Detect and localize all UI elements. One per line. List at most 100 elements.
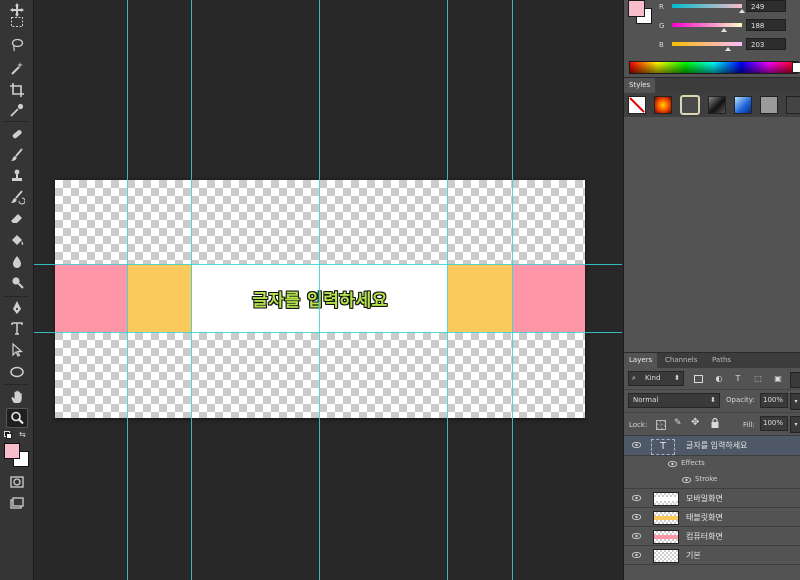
filter-kind-label: Kind bbox=[645, 374, 661, 382]
visibility-eye-icon[interactable] bbox=[632, 495, 641, 501]
layer-thumbnail[interactable] bbox=[653, 492, 679, 506]
layer-name[interactable]: 글자를 입력하세요 bbox=[686, 440, 747, 451]
lasso-tool-icon[interactable] bbox=[6, 35, 28, 55]
green-slider-thumb[interactable] bbox=[721, 28, 727, 32]
eraser-tool-icon[interactable] bbox=[6, 208, 28, 228]
eyedropper-tool-icon[interactable] bbox=[6, 100, 28, 120]
tab-channels[interactable]: Channels bbox=[660, 353, 702, 368]
visibility-eye-icon[interactable] bbox=[632, 442, 641, 448]
lock-transparent-pixels-icon[interactable] bbox=[656, 420, 666, 430]
default-colors-icon[interactable] bbox=[4, 431, 12, 439]
guide-vertical[interactable] bbox=[447, 0, 448, 580]
filter-pixel-layers-icon[interactable] bbox=[694, 375, 703, 383]
fill-field[interactable]: 100% bbox=[760, 416, 788, 431]
visibility-eye-icon[interactable] bbox=[632, 514, 641, 520]
tab-paths[interactable]: Paths bbox=[707, 353, 736, 368]
layer-name[interactable]: 컴퓨터화면 bbox=[686, 531, 723, 542]
blue-channel-slider[interactable] bbox=[672, 42, 742, 46]
history-brush-tool-icon[interactable] bbox=[6, 187, 28, 207]
path-selection-tool-icon[interactable] bbox=[6, 340, 28, 360]
white-swatch[interactable] bbox=[792, 62, 800, 73]
red-value-field[interactable]: 249 bbox=[746, 0, 786, 12]
color-panel: R 249 G 188 B 203 bbox=[624, 0, 800, 77]
layer-name[interactable]: 기본 bbox=[686, 550, 701, 561]
crop-tool-icon[interactable] bbox=[6, 80, 28, 100]
blue-value-field[interactable]: 203 bbox=[746, 38, 786, 50]
screen-mode-icon[interactable] bbox=[6, 494, 28, 514]
guide-horizontal[interactable] bbox=[34, 264, 622, 265]
guide-vertical[interactable] bbox=[512, 0, 513, 580]
tab-layers[interactable]: Layers bbox=[624, 353, 658, 368]
ellipse-tool-icon[interactable] bbox=[6, 362, 28, 382]
layer-thumbnail[interactable] bbox=[653, 511, 679, 525]
lock-position-icon[interactable]: ✥ bbox=[691, 417, 699, 428]
tab-styles[interactable]: Styles bbox=[624, 78, 656, 93]
guide-vertical[interactable] bbox=[191, 0, 192, 580]
paint-bucket-tool-icon[interactable] bbox=[6, 230, 28, 250]
filter-type-layers-icon[interactable]: T bbox=[733, 374, 743, 384]
zoom-tool-icon[interactable] bbox=[6, 408, 28, 428]
type-layer-thumbnail-icon[interactable]: T bbox=[651, 439, 675, 455]
visibility-eye-icon[interactable] bbox=[632, 533, 641, 539]
quick-mask-icon[interactable] bbox=[6, 472, 28, 492]
blur-tool-icon[interactable] bbox=[6, 252, 28, 272]
type-tool-icon[interactable] bbox=[6, 318, 28, 338]
pen-tool-icon[interactable] bbox=[6, 298, 28, 318]
red-channel-slider[interactable] bbox=[672, 4, 742, 8]
effects-visibility-eye-icon[interactable] bbox=[668, 461, 677, 467]
guide-horizontal[interactable] bbox=[34, 332, 622, 333]
clone-stamp-tool-icon[interactable] bbox=[6, 166, 28, 186]
document-workspace[interactable]: 글자를 입력하세요 bbox=[34, 0, 622, 580]
style-blue-glass[interactable] bbox=[734, 96, 752, 114]
style-gray-flat[interactable] bbox=[760, 96, 778, 114]
layer-name[interactable]: 모바일화면 bbox=[686, 493, 723, 504]
marquee-tool-icon[interactable] bbox=[6, 12, 28, 32]
brush-tool-icon[interactable] bbox=[6, 145, 28, 165]
filter-smart-objects-icon[interactable]: ▣ bbox=[773, 374, 783, 384]
green-channel-slider[interactable] bbox=[672, 23, 742, 27]
layer-filter-kind-select[interactable]: ⌕ Kind ⬍ bbox=[628, 371, 684, 386]
lock-all-icon[interactable] bbox=[709, 417, 721, 429]
dodge-tool-icon[interactable] bbox=[6, 273, 28, 293]
document-canvas[interactable]: 글자를 입력하세요 bbox=[55, 180, 585, 418]
filter-shape-layers-icon[interactable]: ⬚ bbox=[753, 374, 763, 384]
guide-vertical[interactable] bbox=[127, 0, 128, 580]
chevron-down-icon: ⬍ bbox=[710, 396, 716, 404]
style-dark-chrome[interactable] bbox=[708, 96, 726, 114]
opacity-dropdown-arrow[interactable]: ▾ bbox=[790, 393, 800, 410]
hand-tool-icon[interactable] bbox=[6, 387, 28, 407]
layer-effect-stroke-row[interactable]: Stroke bbox=[624, 472, 800, 488]
layer-row[interactable]: 태블릿화면 bbox=[624, 508, 800, 527]
blue-slider-thumb[interactable] bbox=[725, 47, 731, 51]
filter-toggle-switch[interactable] bbox=[790, 372, 800, 388]
spot-healing-tool-icon[interactable] bbox=[6, 124, 28, 144]
swap-colors-icon[interactable]: ⇆ bbox=[19, 430, 26, 439]
filter-adjustment-layers-icon[interactable]: ◐ bbox=[714, 374, 724, 384]
layer-row-text[interactable]: T 글자를 입력하세요 bbox=[624, 436, 800, 456]
layer-row[interactable]: 기본 bbox=[624, 546, 800, 565]
layer-thumbnail[interactable] bbox=[653, 530, 679, 544]
foreground-color-swatch[interactable] bbox=[4, 443, 20, 459]
layer-thumbnail[interactable] bbox=[653, 549, 679, 563]
blend-mode-select[interactable]: Normal ⬍ bbox=[628, 393, 720, 408]
stroke-visibility-eye-icon[interactable] bbox=[682, 477, 691, 483]
layer-name[interactable]: 태블릿화면 bbox=[686, 512, 723, 523]
guide-vertical[interactable] bbox=[319, 0, 320, 580]
opacity-field[interactable]: 100% bbox=[760, 393, 788, 408]
lock-image-pixels-icon[interactable]: ✎ bbox=[674, 418, 682, 428]
visibility-eye-icon[interactable] bbox=[632, 552, 641, 558]
style-red-glow[interactable] bbox=[654, 96, 672, 114]
style-cream-bevel[interactable] bbox=[680, 95, 700, 115]
blue-channel-label: B bbox=[659, 41, 664, 49]
style-no-style[interactable] bbox=[628, 96, 646, 114]
layer-row[interactable]: 모바일화면 bbox=[624, 489, 800, 508]
green-value-field[interactable]: 188 bbox=[746, 19, 786, 31]
layer-effects-row[interactable]: Effects bbox=[624, 456, 800, 472]
magic-wand-tool-icon[interactable] bbox=[6, 58, 28, 78]
layer-row[interactable]: 컴퓨터화면 bbox=[624, 527, 800, 546]
color-spectrum-ramp[interactable] bbox=[629, 61, 798, 74]
red-slider-thumb[interactable] bbox=[739, 9, 745, 13]
fill-dropdown-arrow[interactable]: ▾ bbox=[790, 416, 800, 433]
style-dark-gray[interactable] bbox=[786, 96, 800, 114]
banner-text-layer[interactable]: 글자를 입력하세요 bbox=[192, 264, 448, 332]
